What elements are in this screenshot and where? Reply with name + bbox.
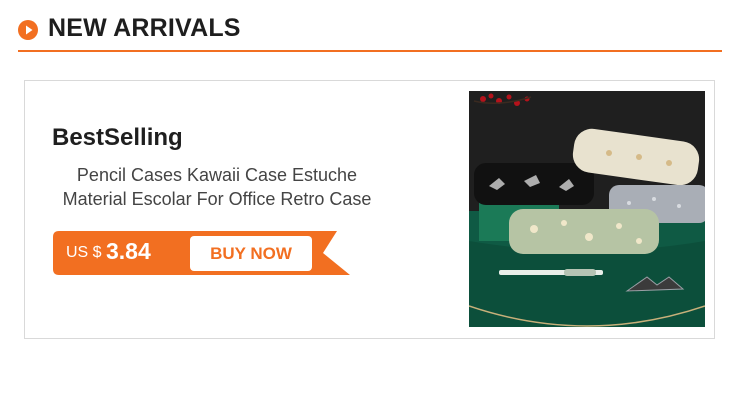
product-description-box: Pencil Cases Kawaii Case Estuche Materia… [52, 163, 382, 215]
product-card[interactable]: BestSelling Pencil Cases Kawaii Case Est… [24, 80, 715, 339]
product-image[interactable] [469, 91, 705, 327]
price-amount: 3.84 [106, 238, 151, 264]
buy-now-button[interactable]: BUY NOW [190, 236, 312, 271]
section-header: NEW ARRIVALS [18, 12, 722, 52]
section-title: NEW ARRIVALS [48, 14, 241, 42]
price-currency: US $ [66, 244, 102, 261]
product-description[interactable]: Pencil Cases Kawaii Case Estuche Materia… [52, 163, 382, 215]
play-circle-icon [18, 20, 38, 40]
product-brand: BestSelling [52, 124, 183, 151]
price-bar: US $ 3.84 BUY NOW [53, 231, 350, 275]
